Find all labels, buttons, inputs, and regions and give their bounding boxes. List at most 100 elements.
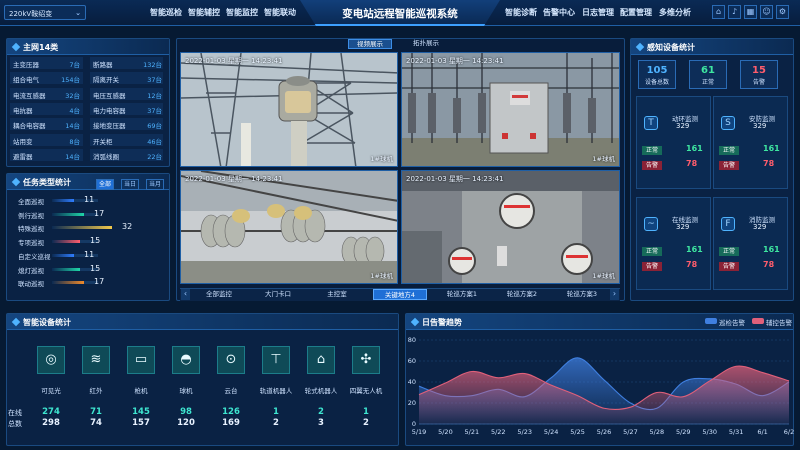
video-tab-control-room[interactable]: 主控室 bbox=[314, 289, 360, 300]
x-tick-label: 5/20 bbox=[438, 428, 453, 436]
filter-month-button[interactable]: 当月 bbox=[146, 179, 164, 190]
y-tick-label: 0 bbox=[412, 420, 416, 428]
settings-icon[interactable]: ⚙ bbox=[776, 5, 789, 19]
main14-item-name: 隔离开关 bbox=[93, 76, 119, 85]
task-type-value: 17 bbox=[94, 208, 105, 218]
nav-alarm-center[interactable]: 告警中心 bbox=[543, 7, 575, 18]
nav-smart-inspection[interactable]: 智能巡检 bbox=[150, 7, 182, 18]
x-tick-label: 5/22 bbox=[491, 428, 506, 436]
main14-item-name: 接地变压器 bbox=[93, 122, 126, 131]
dome-camera-icon: ◓ bbox=[180, 352, 192, 367]
normal-count: 161 bbox=[763, 144, 780, 153]
device-online-count: 145 bbox=[132, 407, 150, 417]
task-bar-fill bbox=[52, 199, 74, 202]
main14-item-value: 132台 bbox=[143, 61, 162, 69]
device-tile: ▭ bbox=[127, 346, 155, 374]
main14-item-value: 7台 bbox=[69, 61, 80, 69]
video-tab-all[interactable]: 全部监控 bbox=[196, 289, 242, 300]
nav-config-management[interactable]: 配置管理 bbox=[620, 7, 652, 18]
total-row-label: 总数 bbox=[8, 420, 22, 428]
x-tick-label: 5/27 bbox=[623, 428, 638, 436]
drone-icon: ✣ bbox=[360, 352, 372, 367]
x-tick-label: 5/23 bbox=[517, 428, 532, 436]
sensing-card bbox=[713, 197, 788, 290]
nav-smart-linkage[interactable]: 智能联动 bbox=[264, 7, 296, 18]
page-title: 变电站远程智能巡视系统 bbox=[342, 8, 458, 20]
user-icon[interactable]: ☺ bbox=[760, 5, 773, 19]
device-total-count: 157 bbox=[132, 418, 150, 428]
main14-item-value: 14台 bbox=[65, 152, 80, 161]
video-tab-key-location[interactable]: 关键地方4 bbox=[373, 289, 427, 300]
x-tick-label: 5/21 bbox=[465, 428, 480, 436]
task-type-value: 11 bbox=[84, 249, 95, 259]
device-tile: ✣ bbox=[352, 346, 380, 374]
device-online-count: 71 bbox=[90, 407, 102, 417]
main14-item-name: 开关柜 bbox=[93, 137, 113, 146]
camera-view-3[interactable]: 2022-01-03 星期一 14:23:41 1#球机 bbox=[180, 170, 398, 284]
task-type-name: 自定义巡视 bbox=[18, 252, 51, 261]
y-tick-label: 40 bbox=[408, 378, 416, 386]
main14-item-value: 8台 bbox=[69, 137, 80, 146]
nav-smart-aux-control[interactable]: 智能辅控 bbox=[188, 7, 220, 18]
x-tick-label: 5/19 bbox=[412, 428, 427, 436]
device-tile: ⌂ bbox=[307, 346, 335, 374]
nav-log-management[interactable]: 日志管理 bbox=[582, 7, 614, 18]
camera-2-timestamp: 2022-01-03 星期一 14:23:41 bbox=[406, 57, 504, 65]
title-diamond-icon bbox=[11, 42, 21, 52]
main14-item-name: 主变压器 bbox=[13, 61, 39, 69]
main14-item-name: 消弧线圈 bbox=[93, 152, 119, 161]
device-online-count: 2 bbox=[318, 407, 324, 417]
video-prev-button[interactable]: ‹ bbox=[181, 289, 190, 300]
camera-view-4[interactable]: 2022-01-03 星期一 14:23:41 1#球机 bbox=[401, 170, 620, 284]
bell-icon[interactable]: ♪ bbox=[728, 5, 741, 19]
video-tab-patrol-2[interactable]: 轮巡方案2 bbox=[497, 289, 547, 300]
main14-item-name: 电抗器 bbox=[13, 106, 33, 115]
filter-today-button[interactable]: 当日 bbox=[121, 179, 139, 190]
sensing-card bbox=[713, 96, 788, 189]
nav-smart-diagnosis[interactable]: 智能诊断 bbox=[505, 7, 537, 18]
tab-video-display[interactable]: 视频展示 bbox=[348, 39, 392, 49]
camera-3-scene bbox=[181, 171, 397, 283]
main14-item-name: 断路器 bbox=[93, 61, 113, 69]
kpi-label: 设备总数 bbox=[644, 79, 669, 86]
thermometer-icon: T bbox=[644, 116, 658, 130]
video-tab-patrol-1[interactable]: 轮巡方案1 bbox=[437, 289, 487, 300]
substation-select[interactable]: 220kV鞍绍变 ⌄ bbox=[4, 5, 86, 20]
camera-view-1[interactable]: 2022-01-03 星期一 14:23:41 1#球机 bbox=[180, 52, 398, 167]
device-name: 轮式机器人 bbox=[304, 387, 338, 395]
grid-icon[interactable]: ▦ bbox=[744, 5, 757, 19]
sensing-title: 感知设备统计 bbox=[647, 43, 695, 52]
legend-inspection-label: 巡检告警 bbox=[719, 319, 745, 327]
camera-view-2[interactable]: 2022-01-03 星期一 14:23:41 1#球机 bbox=[401, 52, 620, 167]
devices-title: 智能设备统计 bbox=[23, 318, 71, 327]
device-tile: ⊤ bbox=[262, 346, 290, 374]
x-tick-label: 6/2 bbox=[784, 428, 794, 436]
kpi-value: 105 bbox=[646, 65, 668, 76]
video-tab-gate[interactable]: 大门卡口 bbox=[255, 289, 301, 300]
main14-item-name: 耦合电容器 bbox=[13, 122, 46, 131]
task-bar-fill bbox=[52, 212, 84, 216]
task-bar-fill bbox=[52, 281, 84, 285]
kpi-box: 61 正常 bbox=[689, 60, 727, 89]
nav-smart-monitoring[interactable]: 智能监控 bbox=[226, 7, 258, 18]
home-icon[interactable]: ⌂ bbox=[712, 5, 725, 19]
task-bar-fill bbox=[52, 240, 80, 244]
tab-topology-display[interactable]: 拓扑展示 bbox=[404, 39, 448, 49]
camera-2-label: 1#球机 bbox=[592, 155, 615, 163]
main14-item-value: 22台 bbox=[147, 152, 162, 161]
alarm-count: 78 bbox=[763, 159, 775, 168]
camera-lens-icon: ◎ bbox=[45, 352, 57, 367]
video-next-button[interactable]: › bbox=[610, 289, 619, 300]
camera-4-label: 1#球机 bbox=[592, 272, 615, 280]
video-tab-patrol-3[interactable]: 轮巡方案3 bbox=[557, 289, 607, 300]
wheeled-robot-icon: ⌂ bbox=[316, 352, 326, 367]
main14-item-value: 14台 bbox=[65, 122, 80, 131]
device-name: 枪机 bbox=[134, 387, 148, 395]
legend-swatch-inspection bbox=[705, 318, 717, 324]
alarm-count: 78 bbox=[763, 260, 775, 269]
nav-multi-analysis[interactable]: 多维分析 bbox=[659, 7, 691, 18]
camera-4-timestamp: 2022-01-03 星期一 14:23:41 bbox=[406, 175, 504, 183]
device-total-count: 120 bbox=[177, 418, 195, 428]
filter-all-button[interactable]: 全部 bbox=[96, 179, 114, 190]
task-type-name: 熄灯巡视 bbox=[18, 266, 44, 275]
